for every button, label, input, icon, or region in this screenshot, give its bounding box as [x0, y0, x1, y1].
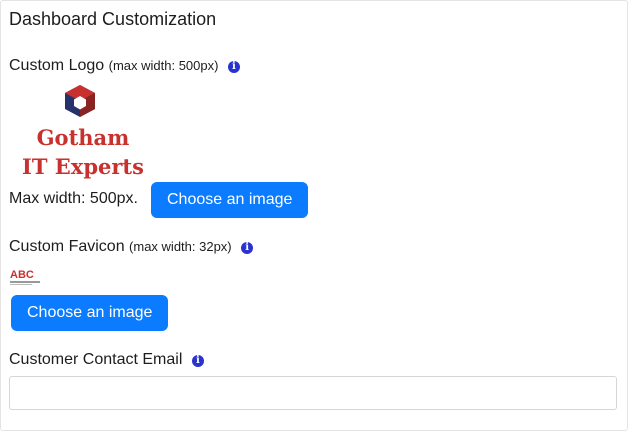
- custom-favicon-preview: ABC: [9, 267, 41, 287]
- custom-favicon-label: Custom Favicon: [9, 238, 125, 255]
- custom-logo-hint: (max width: 500px): [108, 58, 219, 73]
- custom-logo-preview: Gotham IT Experts: [21, 84, 145, 182]
- choose-logo-image-button[interactable]: Choose an image: [151, 182, 309, 218]
- logo-cube-icon: [65, 85, 95, 117]
- logo-max-width-note: Max width: 500px.: [9, 190, 138, 207]
- logo-text-line-2: IT Experts: [22, 154, 144, 179]
- custom-favicon-hint: (max width: 32px): [129, 239, 232, 254]
- custom-logo-label-row: Custom Logo (max width: 500px) i: [9, 57, 240, 75]
- info-icon[interactable]: i: [241, 242, 254, 254]
- customer-email-field[interactable]: [9, 376, 617, 410]
- section-title: Dashboard Customization: [9, 9, 217, 29]
- customer-email-label: Customer Contact Email: [9, 351, 183, 368]
- custom-logo-label: Custom Logo: [9, 57, 105, 74]
- logo-text-line-1: Gotham: [36, 125, 130, 150]
- info-icon[interactable]: i: [191, 355, 204, 367]
- customer-email-label-row: Customer Contact Email i: [9, 351, 204, 369]
- choose-favicon-image-button[interactable]: Choose an image: [11, 295, 169, 331]
- dashboard-customization-panel: Dashboard Customization Custom Logo (max…: [0, 0, 628, 431]
- favicon-image: ABC: [10, 269, 40, 285]
- favicon-text: ABC: [10, 269, 34, 281]
- custom-favicon-label-row: Custom Favicon (max width: 32px) i: [9, 238, 254, 256]
- info-icon[interactable]: i: [227, 61, 240, 73]
